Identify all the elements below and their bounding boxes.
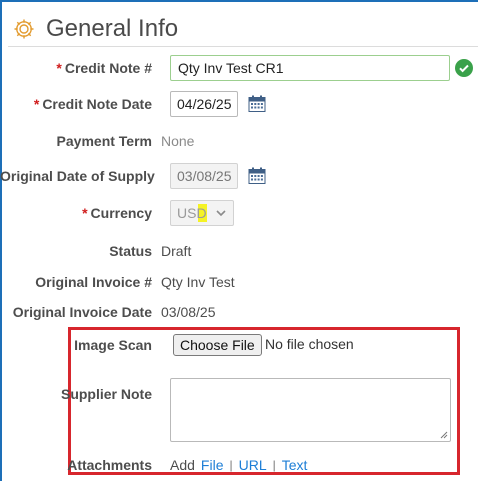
original-invoice-date-label: Original Invoice Date: [12, 304, 152, 320]
original-invoice-label: Original Invoice #: [35, 274, 152, 290]
credit-note-date-value: 04/26/25: [177, 96, 232, 112]
credit-note-date-label: * Credit Note Date: [0, 96, 161, 112]
payment-term-value: None: [161, 133, 195, 149]
credit-note-date-row: * Credit Note Date: [0, 91, 478, 117]
separator: |: [229, 458, 233, 472]
credit-note-label-text: Credit Note #: [64, 60, 152, 76]
supplier-note-label: Supplier Note: [60, 386, 152, 402]
currency-label: * Currency: [0, 205, 161, 221]
original-date-supply-row: Original Date of Supply: [0, 163, 478, 189]
top-accent-bar: [0, 0, 478, 2]
original-invoice-row: Original Invoice # Qty Inv Test: [0, 272, 478, 292]
attachments-links: Add File | URL | Text: [170, 457, 307, 473]
checkmark-icon: [455, 59, 473, 77]
status-value: Draft: [161, 243, 192, 259]
credit-note-date-label-text: Credit Note Date: [42, 96, 152, 112]
original-invoice-date-value: 03/08/25: [161, 304, 216, 320]
required-marker: *: [33, 96, 40, 112]
payment-term-row: Payment Term None: [0, 131, 478, 151]
status-row: Status Draft: [0, 241, 478, 261]
credit-note-input[interactable]: Qty Inv Test CR1: [170, 55, 450, 81]
original-date-supply-label: Original Date of Supply: [0, 168, 155, 184]
currency-row: * Currency: [0, 200, 478, 226]
required-marker: *: [82, 205, 88, 221]
gear-icon: [14, 19, 34, 39]
original-date-supply-value: 03/08/25: [177, 168, 232, 184]
credit-note-label: * Credit Note #: [0, 60, 161, 76]
separator: |: [272, 458, 276, 472]
page-title: General Info: [46, 15, 179, 42]
original-invoice-date-row: Original Invoice Date 03/08/25: [0, 302, 478, 322]
add-file-link[interactable]: File: [201, 457, 224, 473]
calendar-icon[interactable]: [248, 95, 266, 113]
attachments-add-text: Add: [170, 457, 195, 473]
file-status-text: No file chosen: [265, 336, 354, 352]
status-label: Status: [109, 243, 152, 259]
credit-note-value: Qty Inv Test CR1: [178, 60, 284, 76]
payment-term-label: Payment Term: [56, 133, 152, 149]
resize-grip-icon[interactable]: [440, 431, 448, 439]
calendar-icon: [248, 167, 266, 184]
required-marker: *: [56, 60, 62, 76]
credit-note-date-input[interactable]: 04/26/25: [170, 91, 238, 117]
original-invoice-value: Qty Inv Test: [161, 274, 235, 290]
attachments-label: Attachments: [67, 457, 152, 473]
choose-file-button[interactable]: Choose File: [173, 334, 262, 356]
chevron-down-icon: [216, 210, 226, 217]
currency-value-wrap: USD: [177, 204, 207, 222]
section-header: General Info: [12, 14, 178, 44]
header-divider: [8, 46, 478, 47]
image-scan-label: Image Scan: [74, 337, 152, 353]
currency-value: USD: [177, 205, 207, 221]
supplier-note-textarea[interactable]: [170, 378, 451, 442]
original-date-supply-input: 03/08/25: [170, 163, 238, 189]
currency-label-text: Currency: [90, 205, 152, 221]
currency-select: USD: [170, 200, 234, 226]
add-url-link[interactable]: URL: [239, 457, 267, 473]
add-text-link[interactable]: Text: [282, 457, 308, 473]
